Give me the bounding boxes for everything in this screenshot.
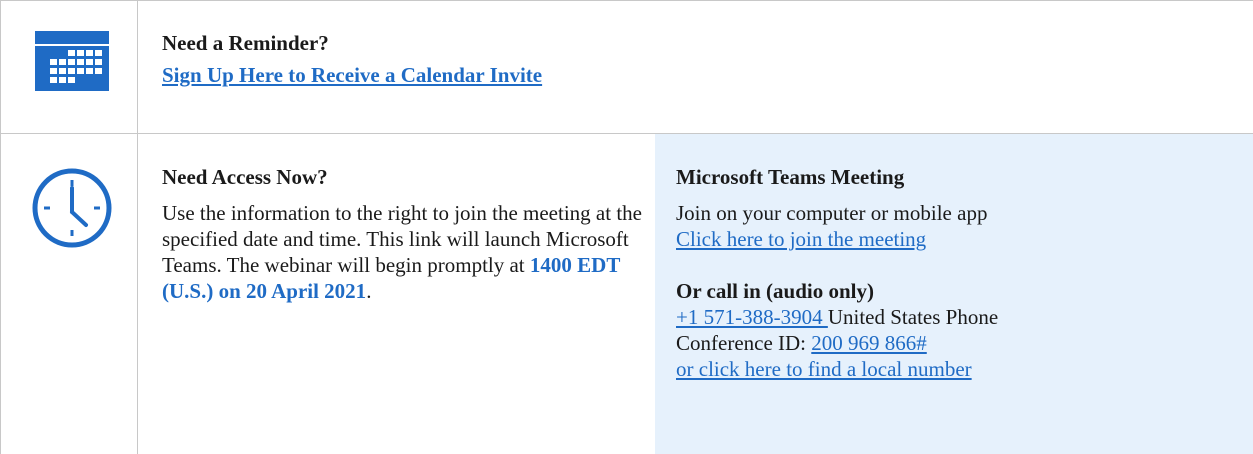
teams-title: Microsoft Teams Meeting (676, 165, 905, 189)
table-border-divider (137, 0, 138, 454)
table-border-left (0, 0, 1, 454)
reminder-section: Need a Reminder? Sign Up Here to Receive… (162, 30, 542, 88)
access-section: Need Access Now? Use the information to … (162, 164, 642, 304)
teams-meeting-panel: Microsoft Teams Meeting Join on your com… (655, 134, 1253, 454)
phone-number-link[interactable]: +1 571-388-3904 (676, 305, 828, 329)
conference-id-link[interactable]: 200 969 866# (811, 331, 927, 355)
calendar-icon (35, 31, 109, 91)
join-meeting-link[interactable]: Click here to join the meeting (676, 227, 926, 251)
call-in-title: Or call in (audio only) (676, 279, 874, 303)
join-text: Join on your computer or mobile app (676, 201, 988, 225)
clock-icon (32, 168, 112, 248)
local-number-link[interactable]: or click here to find a local number (676, 357, 972, 381)
access-title: Need Access Now? (162, 165, 328, 189)
reminder-title: Need a Reminder? (162, 31, 329, 55)
conference-id-label: Conference ID: (676, 331, 812, 355)
phone-country-label: United States Phone (827, 305, 999, 329)
calendar-invite-link[interactable]: Sign Up Here to Receive a Calendar Invit… (162, 63, 542, 87)
access-period: . (366, 279, 372, 303)
info-table: Need a Reminder? Sign Up Here to Receive… (0, 0, 1253, 454)
access-description: Use the information to the right to join… (162, 200, 642, 304)
table-border-top (0, 0, 1253, 1)
